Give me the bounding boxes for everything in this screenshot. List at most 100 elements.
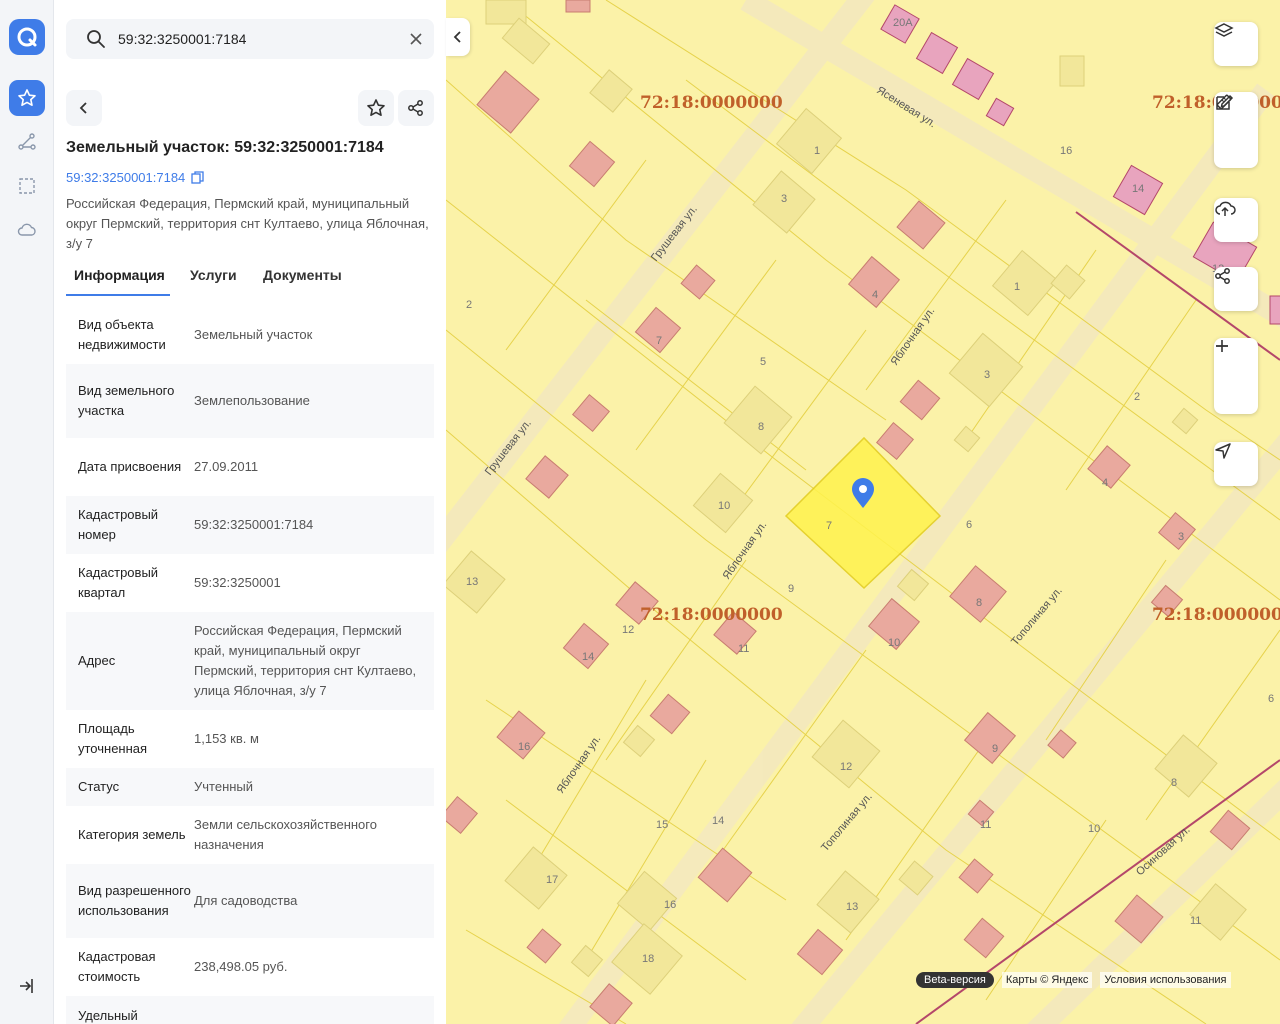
lot-number: 9 <box>992 743 998 755</box>
favorite-button[interactable] <box>358 90 394 126</box>
lot-number: 1 <box>1014 281 1020 293</box>
back-button[interactable] <box>66 90 102 126</box>
tab-information[interactable]: Информация <box>66 262 170 296</box>
terms-link[interactable]: Условия использования <box>1100 972 1231 988</box>
share-button[interactable] <box>398 90 434 126</box>
row-value: Земли сельскохозяйственного назначения <box>194 817 377 852</box>
lot-number: 14 <box>1132 183 1144 195</box>
lot-number: 16 <box>518 741 530 753</box>
lot-number: 1 <box>814 145 820 157</box>
map-attribution: Beta-версия Карты © Яндекс Условия испол… <box>916 972 1231 988</box>
object-panel: Земельный участок: 59:32:3250001:7184 59… <box>54 0 446 1024</box>
lot-number: 18 <box>642 953 654 965</box>
row-key: Статус <box>78 779 120 794</box>
row-value: Российская Федерация, Пермский край, мун… <box>194 623 417 698</box>
lot-number: 11 <box>1190 915 1201 927</box>
street-label: Тополиная ул. <box>1009 585 1065 648</box>
table-row: Вид объекта недвижимости Земельный участо… <box>66 306 434 364</box>
tab-documents[interactable]: Документы <box>263 262 342 296</box>
copy-icon[interactable] <box>191 171 204 184</box>
row-key: Адрес <box>78 653 116 668</box>
logout-icon[interactable] <box>9 968 45 1004</box>
row-key: Кадастровая стоимость <box>78 949 156 984</box>
row-key: Вид земельного участка <box>78 383 175 418</box>
quarter-label: 72:18:0000000 <box>1152 605 1280 625</box>
street-label: Яблочная ул. <box>555 733 604 795</box>
yandex-copyright[interactable]: Карты © Яндекс <box>1001 972 1093 988</box>
lot-number: 10 <box>718 500 730 512</box>
search-icon <box>86 29 106 54</box>
row-key: Кадастровый квартал <box>78 565 159 600</box>
lot-number: 6 <box>966 519 972 531</box>
share-icon <box>1215 268 1230 284</box>
upload-button[interactable] <box>1214 198 1258 242</box>
lot-number: 9 <box>788 583 794 595</box>
cadastral-number-link[interactable]: 59:32:3250001:7184 <box>66 170 204 185</box>
collapse-panel-button[interactable] <box>446 18 470 56</box>
lot-number: 8 <box>758 421 764 433</box>
parcel-address: Российская Федерация, Пермский край, мун… <box>66 196 429 251</box>
row-value: 238,498.05 руб. <box>194 959 288 974</box>
route-nodes-icon[interactable] <box>9 124 45 160</box>
lot-number: 4 <box>872 289 878 301</box>
app-logo-icon[interactable] <box>9 19 45 55</box>
share-icon <box>408 100 423 116</box>
layers-icon <box>1214 23 1234 37</box>
cloud-icon[interactable] <box>9 212 45 248</box>
cadastral-map[interactable]: 72:18:0000000 72:18:0000000 72:18:000000… <box>446 0 1280 1024</box>
row-value: Учтенный <box>194 779 254 794</box>
lot-number: 10 <box>1088 823 1100 835</box>
lot-number: 13 <box>846 901 858 913</box>
lot-number: 11 <box>980 819 991 831</box>
lot-number: 5 <box>760 356 766 368</box>
table-row: Кадастровый номер 59:32:3250001:7184 <box>66 496 434 554</box>
street-label: Осиновая ул. <box>1134 824 1193 878</box>
row-value: Землепользование <box>194 393 310 408</box>
table-row: Площадь уточненная 1,153 кв. м <box>66 710 434 768</box>
table-row: Удельный <box>66 996 434 1024</box>
map-share-button[interactable] <box>1214 267 1258 311</box>
table-row: Статус Учтенный <box>66 768 434 806</box>
row-key: Категория земель <box>78 827 186 842</box>
lot-number: 3 <box>1178 531 1184 543</box>
lot-number: 20А <box>893 17 913 29</box>
edit-icon <box>1216 94 1234 110</box>
table-row: Вид разрешенного использования Для садово… <box>66 864 434 938</box>
zoom-out-button[interactable] <box>1214 345 1258 414</box>
table-row: Категория земель Земли сельскохозяйственн… <box>66 806 434 864</box>
layers-tool <box>1214 22 1258 66</box>
lot-number: 2 <box>466 299 472 311</box>
row-key: Вид объекта недвижимости <box>78 317 166 352</box>
page-title: Земельный участок: 59:32:3250001:7184 <box>66 139 384 156</box>
clear-search-icon[interactable] <box>408 31 424 47</box>
layers-button[interactable] <box>1214 22 1258 66</box>
row-value: Земельный участок <box>194 327 313 342</box>
chevron-left-icon <box>79 102 87 114</box>
table-row: Кадастровая стоимость 238,498.05 руб. <box>66 938 434 996</box>
chevron-left-icon <box>453 31 461 43</box>
map-canvas[interactable]: 72:18:0000000 72:18:0000000 72:18:000000… <box>446 0 1280 1024</box>
star-icon <box>367 99 385 116</box>
icon-rail <box>0 0 54 1024</box>
share-tool <box>1214 267 1258 311</box>
area-select-icon[interactable] <box>9 168 45 204</box>
row-value: 1,153 кв. м <box>194 731 259 746</box>
lot-number: 15 <box>656 819 668 831</box>
tab-bar: Информация Услуги Документы <box>66 262 434 296</box>
lot-number: 8 <box>1171 777 1177 789</box>
row-key: Площадь уточненная <box>78 721 148 756</box>
row-key: Вид разрешенного использования <box>78 883 191 918</box>
lot-number: 16 <box>664 899 676 911</box>
cadastral-number-text[interactable]: 59:32:3250001:7184 <box>66 170 185 185</box>
table-row: Кадастровый квартал 59:32:3250001 <box>66 554 434 612</box>
geolocate-button[interactable] <box>1214 442 1258 486</box>
tab-services[interactable]: Услуги <box>190 262 237 296</box>
info-table: Вид объекта недвижимости Земельный участо… <box>66 306 434 1024</box>
geolocation-tool <box>1214 442 1258 486</box>
lot-number: 3 <box>984 369 990 381</box>
edit-button[interactable] <box>1214 94 1258 168</box>
search-input[interactable] <box>118 19 398 59</box>
favorites-star-icon[interactable] <box>9 80 45 116</box>
row-value: 59:32:3250001 <box>194 575 281 590</box>
search-bar <box>66 19 434 59</box>
